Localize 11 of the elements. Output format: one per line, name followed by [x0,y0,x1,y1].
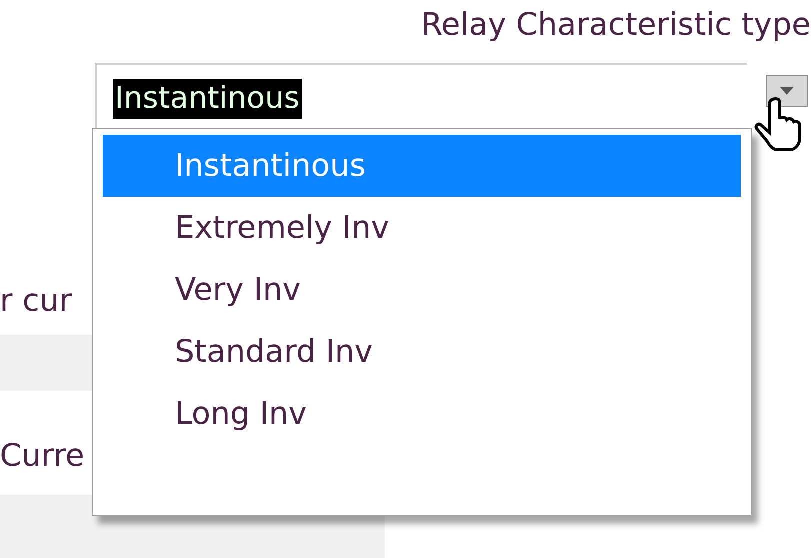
dropdown-option[interactable]: Extremely Inv [103,197,741,259]
combo-box[interactable]: Instantinous [95,63,747,131]
field-label: Relay Characteristic type [421,6,811,45]
combo-value: Instantinous [113,79,302,119]
dropdown-option[interactable]: Standard Inv [103,321,741,383]
dropdown-option[interactable]: Very Inv [103,259,741,321]
dropdown-option[interactable]: Instantinous [103,135,741,197]
dropdown-option[interactable]: Long Inv [103,383,741,445]
behind-label: r cur [0,282,72,321]
dropdown-button[interactable] [766,75,808,107]
behind-label: Curre [0,437,85,476]
